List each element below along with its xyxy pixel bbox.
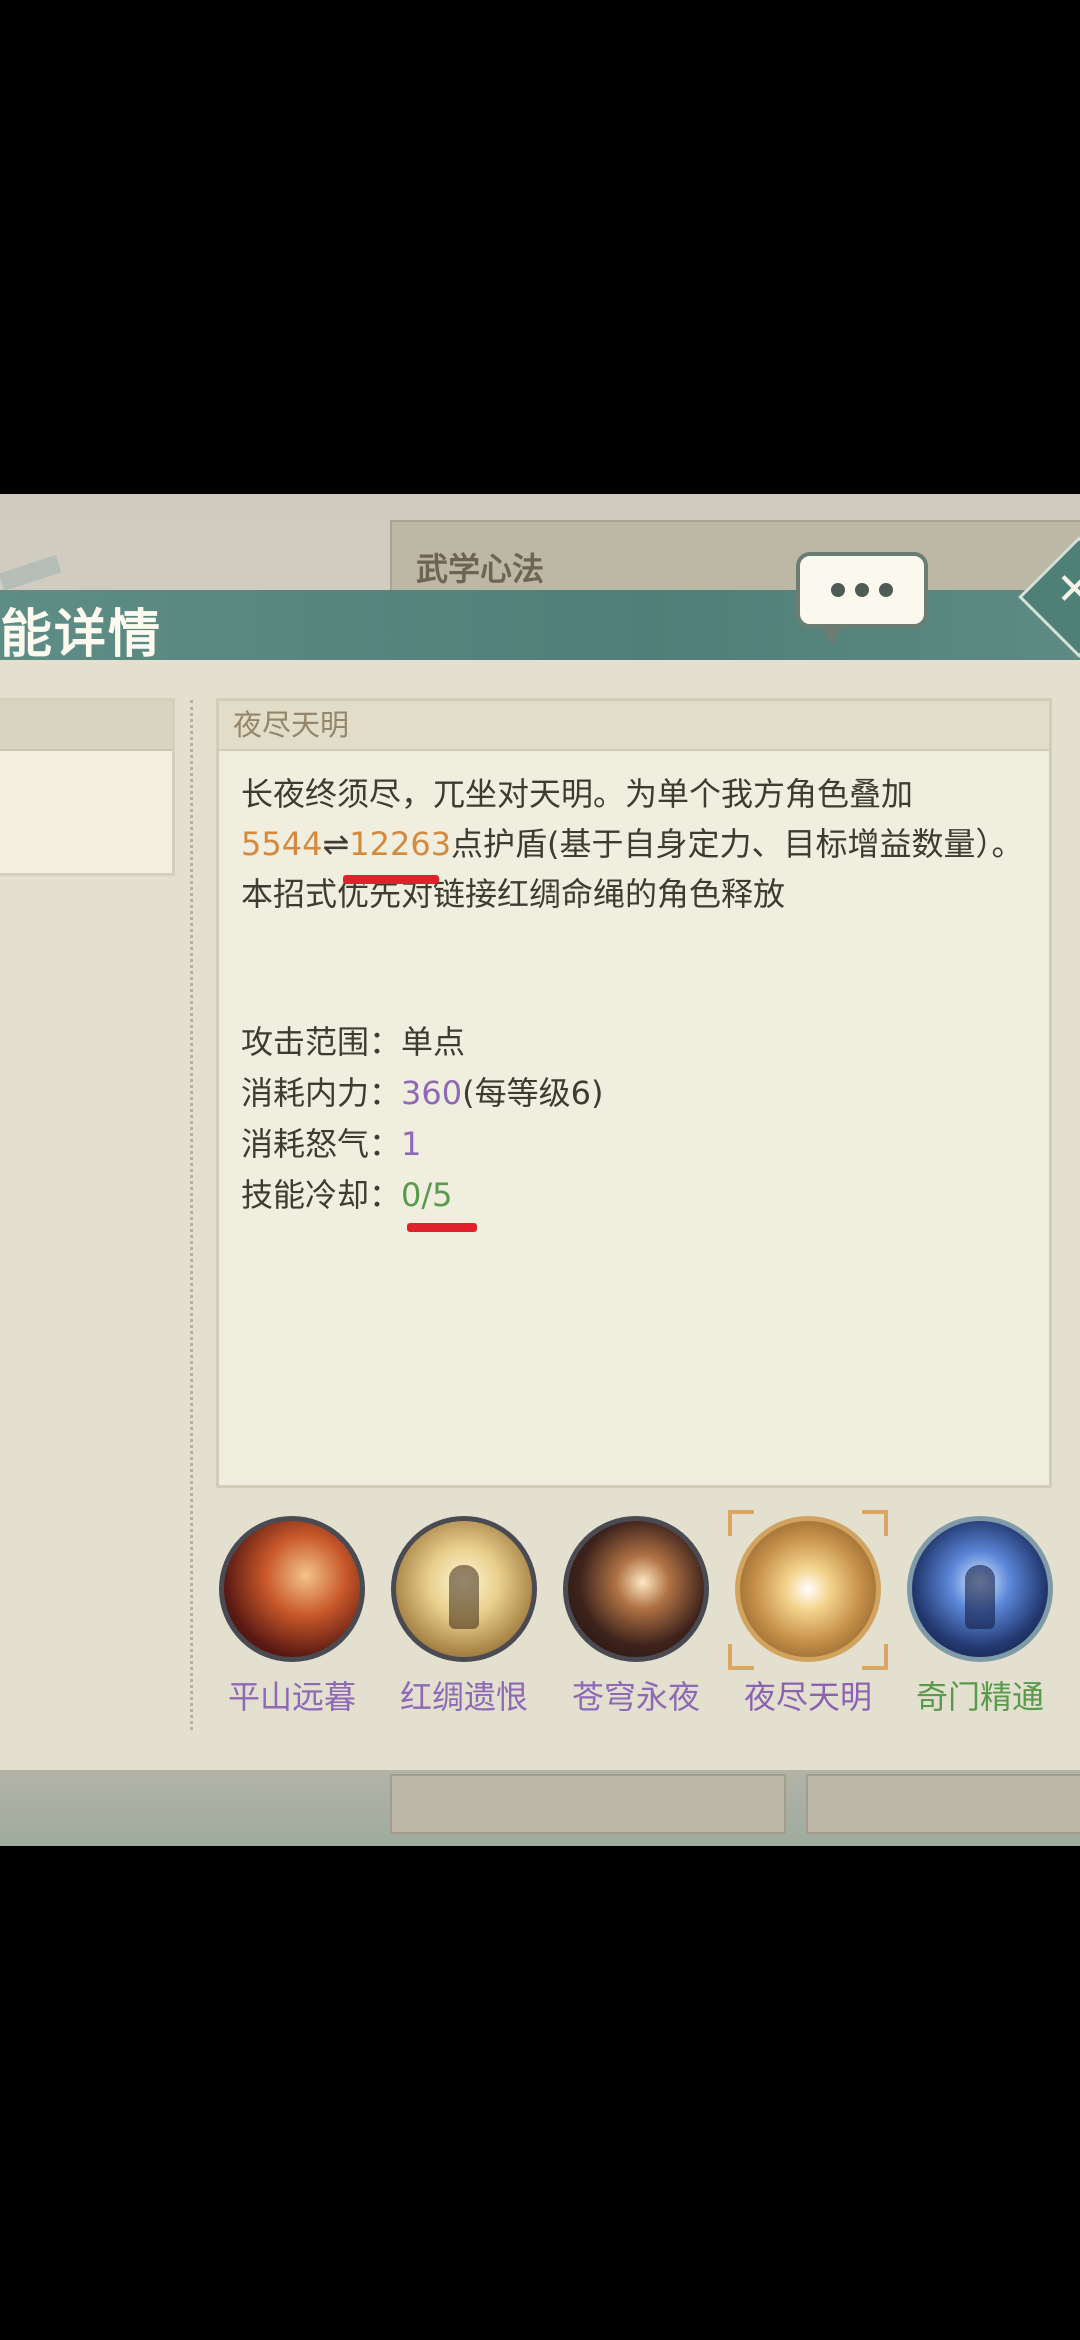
background-bottom-tab bbox=[390, 1774, 786, 1834]
skill-slot-5[interactable]: 奇门精通 bbox=[894, 1516, 1066, 1718]
annotation-underline bbox=[343, 875, 439, 884]
dot-icon bbox=[855, 583, 869, 597]
decor-leaf bbox=[0, 555, 62, 591]
shield-low-value: 5544 bbox=[241, 825, 323, 863]
skill-label: 平山远暮 bbox=[227, 1678, 356, 1716]
swirl-icon bbox=[219, 1516, 365, 1662]
skill-slot-4-selected[interactable]: 夜尽天明 bbox=[722, 1510, 894, 1718]
game-screen: 武学心法 能详情 ✕ 夜尽天明 长夜终须尽，兀坐对天明。为单个我方角色叠加 554… bbox=[0, 494, 1080, 1846]
stat-cooldown: 技能冷却：0/5 bbox=[241, 1170, 603, 1221]
stat-range: 攻击范围：单点 bbox=[241, 1017, 603, 1068]
more-options-button[interactable] bbox=[796, 552, 928, 646]
stat-extra: (每等级6) bbox=[462, 1074, 604, 1112]
background-bottom-tab bbox=[806, 1774, 1080, 1834]
skill-selector: 平山远暮 红绸遗恨 苍穹永夜 夜尽天明 奇门精通 bbox=[206, 1510, 1076, 1736]
desc-text: 点护盾(基于自身定力、目标增益数量）。 bbox=[451, 825, 1024, 863]
desc-priority-text: 本招式优先对链接红绸命绳的角色释放 bbox=[241, 875, 786, 913]
annotation-underline bbox=[407, 1223, 477, 1232]
selection-corner bbox=[862, 1644, 888, 1670]
desc-text: 长夜终须尽，兀坐对天明。为单个我方角色叠加 bbox=[241, 775, 914, 813]
stat-label: 消耗怒气： bbox=[241, 1125, 402, 1163]
skill-list-item-header bbox=[0, 701, 172, 751]
skill-stats: 攻击范围：单点 消耗内力：360(每等级6) 消耗怒气：1 技能冷却：0/5 bbox=[241, 1017, 603, 1221]
skill-slot-2[interactable]: 红绸遗恨 bbox=[378, 1516, 550, 1718]
selection-corner bbox=[862, 1510, 888, 1536]
radiant-sun-icon bbox=[735, 1516, 881, 1662]
stat-label: 技能冷却： bbox=[241, 1176, 402, 1214]
glowing-figure-icon bbox=[391, 1516, 537, 1662]
skill-label: 苍穹永夜 bbox=[571, 1678, 700, 1716]
stat-label: 消耗内力： bbox=[241, 1074, 402, 1112]
stat-rage-cost: 消耗怒气：1 bbox=[241, 1119, 603, 1170]
stat-value: 0/5 bbox=[401, 1176, 453, 1214]
background-tab-label: 武学心法 bbox=[416, 550, 545, 588]
stat-mp-cost: 消耗内力：360(每等级6) bbox=[241, 1068, 603, 1119]
close-icon[interactable]: ✕ bbox=[1056, 564, 1080, 615]
panel-divider bbox=[190, 700, 193, 1730]
starburst-icon bbox=[563, 1516, 709, 1662]
stat-value: 1 bbox=[401, 1125, 422, 1163]
stat-value: 单点 bbox=[401, 1023, 466, 1061]
selection-corner bbox=[728, 1644, 754, 1670]
skill-slot-1[interactable]: 平山远暮 bbox=[206, 1516, 378, 1718]
skill-description: 长夜终须尽，兀坐对天明。为单个我方角色叠加 5544⇌12263点护盾(基于自身定… bbox=[241, 769, 1031, 919]
stat-value: 360 bbox=[401, 1074, 463, 1112]
skill-slot-3[interactable]: 苍穹永夜 bbox=[550, 1516, 722, 1718]
selection-corner bbox=[728, 1510, 754, 1536]
skill-label: 红绸遗恨 bbox=[399, 1678, 528, 1716]
skill-list-item[interactable] bbox=[0, 698, 175, 876]
skill-label: 夜尽天明 bbox=[743, 1678, 872, 1716]
skill-detail-panel: 夜尽天明 长夜终须尽，兀坐对天明。为单个我方角色叠加 5544⇌12263点护盾(… bbox=[0, 660, 1080, 1770]
skill-label: 奇门精通 bbox=[915, 1678, 1044, 1716]
skill-description-box: 夜尽天明 长夜终须尽，兀坐对天明。为单个我方角色叠加 5544⇌12263点护盾(… bbox=[216, 698, 1052, 1488]
skill-name: 夜尽天明 bbox=[219, 701, 1049, 751]
stat-label: 攻击范围： bbox=[241, 1023, 402, 1061]
blue-figure-icon bbox=[907, 1516, 1053, 1662]
dot-icon bbox=[879, 583, 893, 597]
arrow-glyph: ⇌ bbox=[322, 825, 350, 863]
shield-high-value: 12263 bbox=[349, 825, 452, 863]
dialog-title: 能详情 bbox=[0, 604, 163, 665]
dot-icon bbox=[831, 583, 845, 597]
